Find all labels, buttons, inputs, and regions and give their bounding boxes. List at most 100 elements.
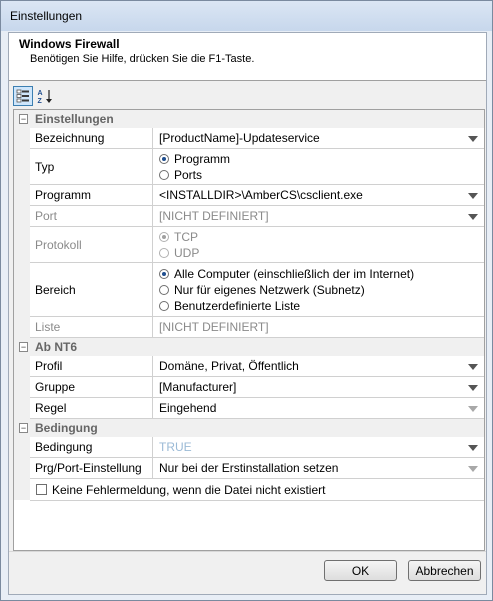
alphabetical-view-button[interactable]: A Z xyxy=(35,86,55,106)
no-error-checkbox-row[interactable]: Keine Fehlermeldung, wenn die Datei nich… xyxy=(30,479,484,501)
property-name[interactable]: Bereich xyxy=(30,263,153,317)
collapse-icon[interactable]: − xyxy=(19,114,28,124)
bereich-radio-liste[interactable]: Benutzerdefinierte Liste xyxy=(159,299,300,313)
categorized-view-icon xyxy=(16,89,29,103)
property-row-typ: Typ Programm Ports xyxy=(14,149,484,185)
dropdown-arrow-icon[interactable] xyxy=(468,385,478,391)
property-row-bedingung: Bedingung TRUE xyxy=(14,437,484,458)
protokoll-radio-udp: UDP xyxy=(159,246,199,260)
radio-selected-icon xyxy=(159,154,169,164)
categorized-view-button[interactable] xyxy=(13,86,33,106)
dialog-client: Windows Firewall Benötigen Sie Hilfe, dr… xyxy=(8,32,487,595)
header-subtitle: Benötigen Sie Hilfe, drücken Sie die F1-… xyxy=(30,53,255,65)
category-label: Bedingung xyxy=(35,421,98,435)
property-row-gruppe: Gruppe [Manufacturer] xyxy=(14,377,484,398)
programm-value: <INSTALLDIR>\AmberCS\csclient.exe xyxy=(159,188,363,202)
bedingung-dropdown[interactable]: TRUE xyxy=(153,437,484,458)
property-row-bezeichnung: Bezeichnung [ProductName]-Updateservice xyxy=(14,128,484,149)
property-name[interactable]: Regel xyxy=(30,398,153,419)
property-name[interactable]: Programm xyxy=(30,185,153,206)
radio-selected-icon xyxy=(159,232,169,242)
property-row-checkbox: Keine Fehlermeldung, wenn die Datei nich… xyxy=(14,479,484,501)
property-row-programm: Programm <INSTALLDIR>\AmberCS\csclient.e… xyxy=(14,185,484,206)
property-row-port: Port [NICHT DEFINIERT] xyxy=(14,206,484,227)
cancel-button[interactable]: Abbrechen xyxy=(408,560,481,581)
property-name[interactable]: Gruppe xyxy=(30,377,153,398)
ok-button[interactable]: OK xyxy=(324,560,397,581)
collapse-icon[interactable]: − xyxy=(19,342,28,352)
property-row-bereich: Bereich Alle Computer (einschließlich de… xyxy=(14,263,484,317)
property-name: Protokoll xyxy=(30,227,153,263)
radio-unselected-icon xyxy=(159,301,169,311)
radio-unselected-icon xyxy=(159,170,169,180)
property-name[interactable]: Typ xyxy=(30,149,153,185)
gruppe-value: [Manufacturer] xyxy=(159,380,237,394)
gruppe-dropdown[interactable]: [Manufacturer] xyxy=(153,377,484,398)
bereich-radio-group: Alle Computer (einschließlich der im Int… xyxy=(153,263,484,317)
property-name[interactable]: Bedingung xyxy=(30,437,153,458)
svg-text:Z: Z xyxy=(38,98,43,104)
property-row-profil: Profil Domäne, Privat, Öffentlich xyxy=(14,356,484,377)
row-gutter xyxy=(14,128,30,149)
protokoll-radio-tcp: TCP xyxy=(159,230,198,244)
property-row-liste: Liste [NICHT DEFINIERT] xyxy=(14,317,484,338)
row-gutter xyxy=(14,206,30,227)
property-row-prgport: Prg/Port-Einstellung Nur bei der Erstins… xyxy=(14,458,484,479)
protokoll-radio-group: TCP UDP xyxy=(153,227,484,263)
row-gutter xyxy=(14,437,30,458)
dropdown-arrow-icon xyxy=(468,214,478,220)
programm-dropdown[interactable]: <INSTALLDIR>\AmberCS\csclient.exe xyxy=(153,185,484,206)
dialog-window: Einstellungen Windows Firewall Benötigen… xyxy=(0,0,493,601)
row-gutter xyxy=(14,263,30,317)
property-row-protokoll: Protokoll TCP UDP xyxy=(14,227,484,263)
radio-selected-icon xyxy=(159,269,169,279)
port-dropdown: [NICHT DEFINIERT] xyxy=(153,206,484,227)
typ-radio-ports[interactable]: Ports xyxy=(159,168,202,182)
row-gutter xyxy=(14,398,30,419)
collapse-icon[interactable]: − xyxy=(19,423,28,433)
title-bar[interactable]: Einstellungen xyxy=(1,1,492,31)
window-title: Einstellungen xyxy=(10,9,83,23)
bereich-radio-alle[interactable]: Alle Computer (einschließlich der im Int… xyxy=(159,267,414,281)
dropdown-arrow-icon[interactable] xyxy=(468,466,478,472)
footer-divider xyxy=(9,551,486,552)
row-gutter xyxy=(14,377,30,398)
property-name[interactable]: Prg/Port-Einstellung xyxy=(30,458,153,479)
regel-value: Eingehend xyxy=(159,401,217,415)
property-toolbar: A Z xyxy=(13,86,482,108)
regel-dropdown[interactable]: Eingehend xyxy=(153,398,484,419)
bedingung-value: TRUE xyxy=(159,440,192,454)
property-row-regel: Regel Eingehend xyxy=(14,398,484,419)
no-error-checkbox[interactable] xyxy=(36,483,47,495)
typ-radio-group: Programm Ports xyxy=(153,149,484,185)
property-name[interactable]: Bezeichnung xyxy=(30,128,153,149)
bereich-radio-subnetz[interactable]: Nur für eigenes Netzwerk (Subnetz) xyxy=(159,283,365,297)
category-label: Einstellungen xyxy=(35,112,114,126)
prgport-dropdown[interactable]: Nur bei der Erstinstallation setzen xyxy=(153,458,484,479)
category-ab-nt6[interactable]: − Ab NT6 xyxy=(14,338,484,356)
dropdown-arrow-icon[interactable] xyxy=(468,445,478,451)
property-name[interactable]: Profil xyxy=(30,356,153,377)
category-bedingung[interactable]: − Bedingung xyxy=(14,419,484,437)
row-gutter xyxy=(14,458,30,479)
dropdown-arrow-icon[interactable] xyxy=(468,364,478,370)
bezeichnung-dropdown[interactable]: [ProductName]-Updateservice xyxy=(153,128,484,149)
dropdown-arrow-icon[interactable] xyxy=(468,193,478,199)
port-value: [NICHT DEFINIERT] xyxy=(159,209,269,223)
dropdown-arrow-icon[interactable] xyxy=(468,136,478,142)
typ-radio-programm[interactable]: Programm xyxy=(159,152,230,166)
radio-unselected-icon xyxy=(159,248,169,258)
category-einstellungen[interactable]: − Einstellungen xyxy=(14,110,484,128)
row-gutter xyxy=(14,227,30,263)
row-gutter xyxy=(14,185,30,206)
row-gutter xyxy=(14,317,30,338)
property-name: Port xyxy=(30,206,153,227)
property-name: Liste xyxy=(30,317,153,338)
liste-field: [NICHT DEFINIERT] xyxy=(153,317,484,338)
row-gutter xyxy=(14,149,30,185)
profil-dropdown[interactable]: Domäne, Privat, Öffentlich xyxy=(153,356,484,377)
sort-alphabetical-icon: A Z xyxy=(38,90,52,104)
dropdown-arrow-icon[interactable] xyxy=(468,406,478,412)
dialog-header: Windows Firewall Benötigen Sie Hilfe, dr… xyxy=(9,33,486,81)
liste-value: [NICHT DEFINIERT] xyxy=(159,320,269,334)
